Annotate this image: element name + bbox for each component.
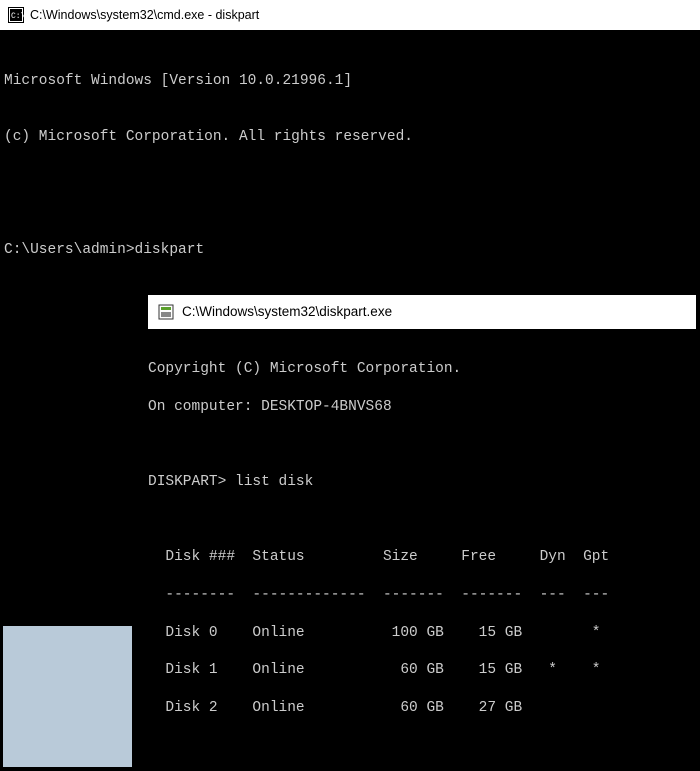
prompt-command: diskpart <box>135 242 205 258</box>
disk-table-header: Disk ### Status Size Free Dyn Gpt <box>148 548 700 567</box>
dp-copyright: Copyright (C) Microsoft Corporation. <box>148 360 700 379</box>
blank-line <box>4 185 696 204</box>
inner-titlebar-text: C:\Windows\system32\diskpart.exe <box>182 303 392 321</box>
disk-table-row: Disk 1 Online 60 GB 15 GB * * <box>148 661 700 680</box>
outer-titlebar-text: C:\Windows\system32\cmd.exe - diskpart <box>30 7 259 23</box>
outer-titlebar[interactable]: C:\ C:\Windows\system32\cmd.exe - diskpa… <box>0 0 700 30</box>
dp-command: list disk <box>235 474 313 490</box>
disk-table-divider: -------- ------------- ------- ------- -… <box>148 586 700 605</box>
blank-line <box>148 511 700 530</box>
dp-prompt-line: DISKPART> list disk <box>148 473 700 492</box>
inner-titlebar[interactable]: C:\Windows\system32\diskpart.exe <box>148 295 696 329</box>
diskpart-icon <box>158 304 174 320</box>
cmd-output: Microsoft Windows [Version 10.0.21996.1]… <box>0 30 700 279</box>
cmd-icon: C:\ <box>8 7 24 23</box>
diskpart-output: Copyright (C) Microsoft Corporation. On … <box>148 341 700 771</box>
dp-prompt: DISKPART> <box>148 474 235 490</box>
disk-table-row: Disk 2 Online 60 GB 27 GB <box>148 699 700 718</box>
disk-table-row: Disk 0 Online 100 GB 15 GB * <box>148 624 700 643</box>
copyright-line: (c) Microsoft Corporation. All rights re… <box>4 128 696 147</box>
blank-line <box>148 435 700 454</box>
prompt-path: C:\Users\admin> <box>4 242 135 258</box>
svg-text:C:\: C:\ <box>11 12 24 21</box>
blank-line <box>148 737 700 756</box>
prompt-line: C:\Users\admin>diskpart <box>4 241 696 260</box>
version-line: Microsoft Windows [Version 10.0.21996.1] <box>4 72 696 91</box>
dp-on-computer: On computer: DESKTOP-4BNVS68 <box>148 398 700 417</box>
